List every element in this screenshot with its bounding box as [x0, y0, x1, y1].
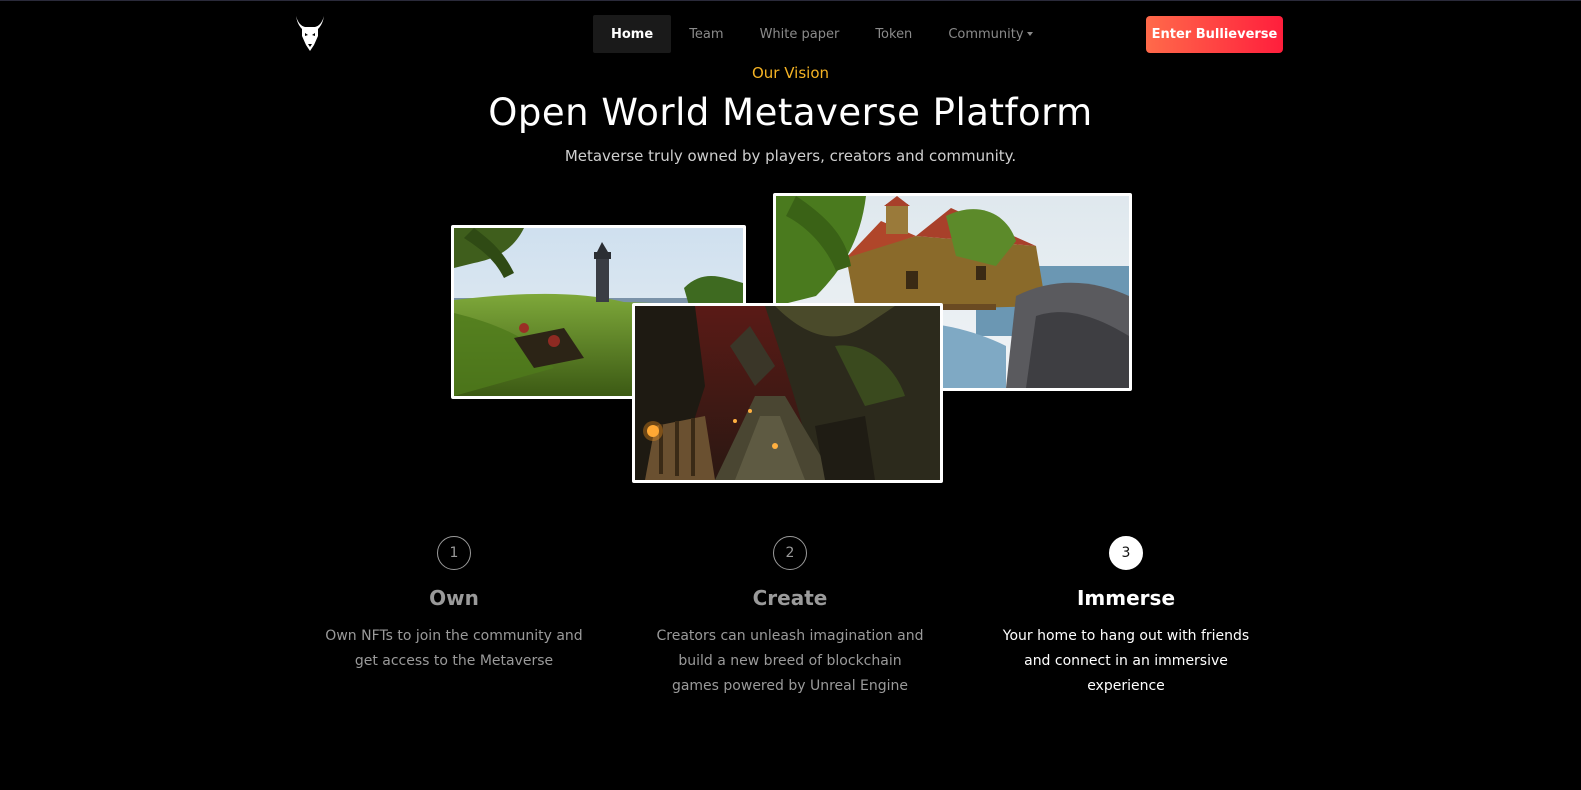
feature-description: Your home to hang out with friends and c…: [1002, 628, 1250, 694]
enter-bullieverse-button[interactable]: Enter Bullieverse: [1146, 16, 1283, 53]
landing-page: Home Team White paper Token Community En…: [0, 0, 1581, 790]
feature-description: Creators can unleash imagination and bui…: [656, 628, 924, 694]
nav-item-label: White paper: [759, 26, 840, 42]
caret-down-icon: [1026, 32, 1033, 36]
nav-item-label: Home: [611, 26, 654, 42]
nav-item-team[interactable]: Team: [671, 15, 741, 53]
feature-title: Immerse: [1076, 586, 1176, 610]
feature-own: 1 Own Own NFTs to join the community and…: [314, 536, 594, 674]
nav-item-label: Team: [689, 26, 724, 42]
feature-title: Own: [429, 586, 479, 610]
page-title: Open World Metaverse Platform: [488, 91, 1093, 134]
page-subtitle: Metaverse truly owned by players, creato…: [564, 147, 1017, 165]
section-eyebrow: Our Vision: [751, 64, 829, 82]
step-number: 3: [1109, 536, 1143, 570]
feature-title: Create: [752, 586, 828, 610]
nav-item-home[interactable]: Home: [593, 15, 672, 53]
nav-item-label: Community: [948, 26, 1024, 42]
nav-item-token[interactable]: Token: [857, 15, 930, 53]
nav-item-white-paper[interactable]: White paper: [742, 15, 858, 53]
feature-create: 2 Create Creators can unleash imaginatio…: [650, 536, 930, 699]
step-number: 2: [773, 536, 807, 570]
nav-item-label: Token: [875, 26, 913, 42]
feature-immerse: 3 Immerse Your home to hang out with fri…: [986, 536, 1266, 699]
dungeon-path-scene-image: [632, 303, 943, 483]
step-number: 1: [437, 536, 471, 570]
nav-item-community-dropdown[interactable]: Community: [930, 15, 1050, 53]
feature-description: Own NFTs to join the community and get a…: [325, 628, 583, 669]
bull-head-logo-icon[interactable]: [294, 14, 326, 54]
main-nav: Home Team White paper Token Community: [593, 15, 1051, 53]
